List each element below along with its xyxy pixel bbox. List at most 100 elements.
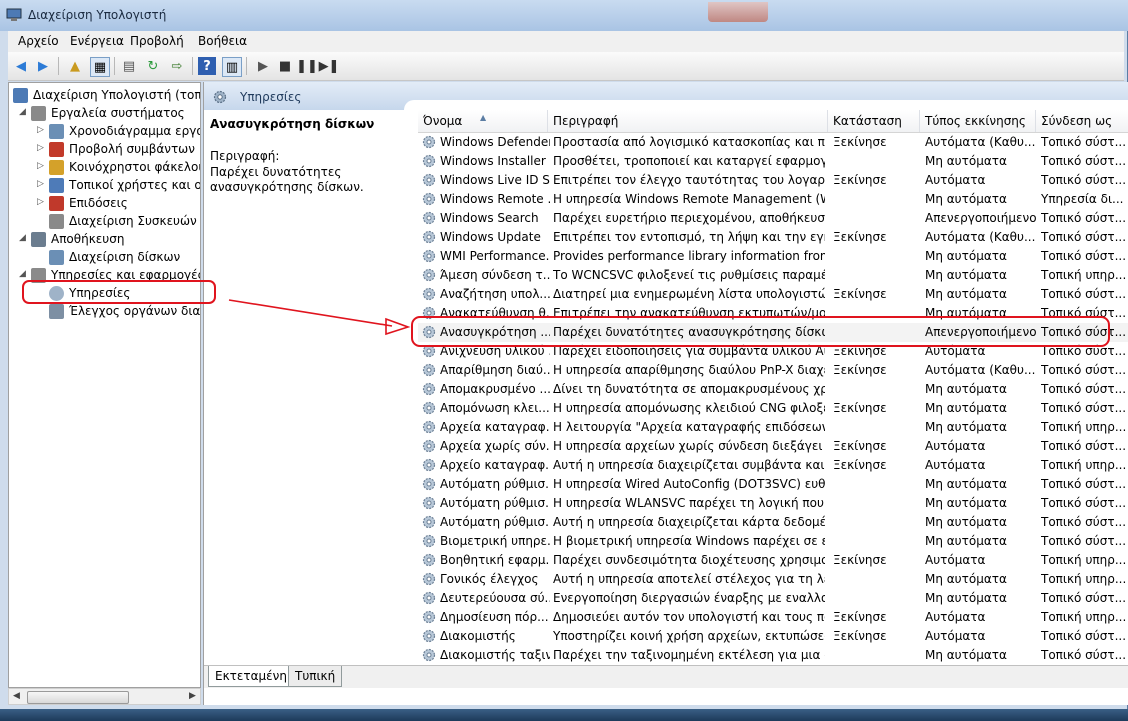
service-row[interactable]: Διακομιστής Υποστηρίζει κοινή χρήση αρχεί… [418,627,1128,646]
service-row[interactable]: Αυτόματη ρύθμισ... Αυτή η υπηρεσία διαχει… [418,513,1128,532]
expand-icon[interactable]: ▷ [37,125,44,135]
service-startup-type: Αυτόματα [925,458,986,472]
service-gear-icon [422,249,436,263]
menu-help[interactable]: Βοήθεια [198,34,247,48]
service-status: Ξεκίνησε [833,344,887,358]
expand-icon[interactable]: ▷ [37,179,44,189]
menu-file[interactable]: Αρχείο [18,34,59,48]
service-name: Αρχεία χωρίς σύν... [440,439,550,453]
collapse-icon[interactable]: ◢ [19,107,26,117]
tab-standard[interactable]: Τυπική [288,666,343,687]
service-row[interactable]: Windows Remote ... Η υπηρεσία Windows Rem… [418,190,1128,209]
back-arrow-icon[interactable]: ◀ [12,57,30,75]
service-description: Υποστηρίζει κοινή χρήση αρχείων, εκτυπώσ… [553,629,825,643]
menu-view[interactable]: Προβολή [130,34,184,48]
export-list-icon[interactable]: ⇨ [168,57,186,75]
services-title: Υπηρεσίες [240,90,302,104]
refresh-icon[interactable]: ↻ [144,57,162,75]
restart-service-icon[interactable]: ▶❚ [319,57,340,75]
service-log-on-as: Τοπικό σύστ... [1041,211,1126,225]
view-tabs: Εκτεταμένη Τυπική [204,665,1128,688]
service-row[interactable]: Ανίχνευση υλικού ... Παρέχει ειδοποιήσεις… [418,342,1128,361]
collapse-icon[interactable]: ◢ [19,233,26,243]
close-button[interactable] [708,2,768,22]
service-row[interactable]: Δημοσίευση πόρ... Δημοσιεύει αυτόν τον υπ… [418,608,1128,627]
service-description: Αυτή η υπηρεσία διαχειρίζεται συμβάντα κ… [553,458,825,472]
pause-service-icon[interactable]: ❚❚ [296,57,318,75]
column-log-on-as[interactable]: Σύνδεση ως [1036,110,1128,132]
start-service-icon[interactable]: ▶ [254,57,272,75]
console-tree-icon[interactable]: ▦ [90,57,110,77]
service-log-on-as: Τοπικό σύστ... [1041,173,1126,187]
service-row[interactable]: Αρχείο καταγραφ... Αυτή η υπηρεσία διαχει… [418,456,1128,475]
service-row[interactable]: Αυτόματη ρύθμισ... Η υπηρεσία Wired AutoC… [418,475,1128,494]
service-row[interactable]: Ανασυγκρότηση ... Παρέχει δυνατότητες ανα… [418,323,1128,342]
services-list: Όνομα ▲ Περιγραφή Κατάσταση Τύπος εκκίνησ… [418,110,1128,665]
expand-icon[interactable]: ▷ [37,143,44,153]
service-row[interactable]: Βοηθητική εφαρμ... Παρέχει συνδεσιμότητα … [418,551,1128,570]
service-gear-icon [422,135,436,149]
service-row[interactable]: Απομακρυσμένο ... Δίνει τη δυνατότητα σε … [418,380,1128,399]
stop-service-icon[interactable]: ■ [276,57,294,75]
forward-arrow-icon[interactable]: ▶ [34,57,52,75]
service-row[interactable]: Δευτερεύουσα σύ... Ενεργοποίηση διεργασιώ… [418,589,1128,608]
action-pane-icon[interactable]: ▥ [222,57,242,77]
service-detail-panel: Ανασυγκρότηση δίσκων Περιγραφή: Παρέχει … [204,110,416,665]
expand-icon[interactable]: ▷ [37,161,44,171]
service-row[interactable]: Διακομιστής ταξιν...Παρέχει την ταξινομη… [418,646,1128,665]
tree-horizontal-scrollbar[interactable]: ◀ ▶ [8,688,201,705]
column-startup-type[interactable]: Τύπος εκκίνησης [920,110,1036,132]
service-description: Η υπηρεσία απαρίθμησης διαύλου PnP-X δια… [553,363,825,377]
expand-icon[interactable]: ▷ [37,197,44,207]
service-description: Παρέχει ευρετήριο περιεχομένου, αποθήκευ… [553,211,825,225]
tree-item-label: Αποθήκευση [51,232,125,246]
service-description: Αυτή η υπηρεσία αποτελεί στέλεχος για τη… [553,572,825,586]
service-row[interactable]: Windows Defender Προστασία από λογισμικό … [418,133,1128,152]
service-row[interactable]: Windows Search Παρέχει ευρετήριο περιεχομ… [418,209,1128,228]
menu-action[interactable]: Ενέργεια [70,34,124,48]
service-gear-icon [422,458,436,472]
selected-service-title: Ανασυγκρότηση δίσκων [210,117,375,131]
scroll-thumb[interactable] [27,691,129,704]
local-users-icon [49,178,64,193]
service-row[interactable]: Windows Live ID S... Επιτρέπει τον έλεγχο… [418,171,1128,190]
service-name: Windows Remote ... [440,192,550,206]
properties-icon[interactable]: ▤ [120,57,138,75]
service-status: Ξεκίνησε [833,287,887,301]
help-icon[interactable]: ? [198,57,216,75]
service-row[interactable]: Αρχεία καταγραφ... Η λειτουργία "Αρχεία κ… [418,418,1128,437]
service-gear-icon [422,211,436,225]
service-gear-icon [422,477,436,491]
up-folder-icon[interactable]: ▲ [66,57,84,75]
service-row[interactable]: Windows Installer Προσθέτει, τροποποιεί κ… [418,152,1128,171]
service-gear-icon [422,496,436,510]
scroll-left-icon[interactable]: ◀ [13,691,20,701]
scroll-right-icon[interactable]: ▶ [189,691,196,701]
service-row[interactable]: WMI Performance... Provides performance l… [418,247,1128,266]
service-row[interactable]: Γονικός έλεγχος Αυτή η υπηρεσία αποτελεί … [418,570,1128,589]
service-status: Ξεκίνησε [833,173,887,187]
service-row[interactable]: Άμεση σύνδεση τ... Το WCNCSVC φιλοξενεί τ… [418,266,1128,285]
selected-service-description: Παρέχει δυνατότητες ανασυγκρότησης δίσκω… [210,165,364,194]
service-log-on-as: Τοπικό σύστ... [1041,439,1126,453]
service-row[interactable]: Ανακατεύθυνση θ... Επιτρέπει την ανακατεύ… [418,304,1128,323]
service-status: Ξεκίνησε [833,458,887,472]
tree-item-label: Διαχείριση δίσκων [69,250,181,264]
service-row[interactable]: Windows Update Επιτρέπει τον εντοπισμό, τ… [418,228,1128,247]
service-row[interactable]: Απαρίθμηση διαύ... Η υπηρεσία απαρίθμησης… [418,361,1128,380]
service-row[interactable]: Αρχεία χωρίς σύν... Η υπηρεσία αρχείων χω… [418,437,1128,456]
column-description[interactable]: Περιγραφή [548,110,828,132]
tab-extended[interactable]: Εκτεταμένη [208,666,294,687]
column-status[interactable]: Κατάσταση [828,110,920,132]
column-name[interactable]: Όνομα ▲ [418,110,548,132]
service-startup-type: Μη αυτόματα [925,591,1007,605]
collapse-icon[interactable]: ◢ [19,269,26,279]
service-row[interactable]: Αυτόματη ρύθμισ... Η υπηρεσία WLANSVC παρ… [418,494,1128,513]
service-name: Απαρίθμηση διαύ... [440,363,550,377]
service-gear-icon [422,401,436,415]
service-row[interactable]: Βιομετρική υπηρε... Η βιομετρική υπηρεσία… [418,532,1128,551]
service-row[interactable]: Απομόνωση κλει... Η υπηρεσία απομόνωσης κ… [418,399,1128,418]
service-startup-type: Μη αυτόματα [925,572,1007,586]
service-row[interactable]: Αναζήτηση υπολ... Διατηρεί μια ενημερωμέν… [418,285,1128,304]
service-description: Η βιομετρική υπηρεσία Windows παρέχει σε… [553,534,825,548]
